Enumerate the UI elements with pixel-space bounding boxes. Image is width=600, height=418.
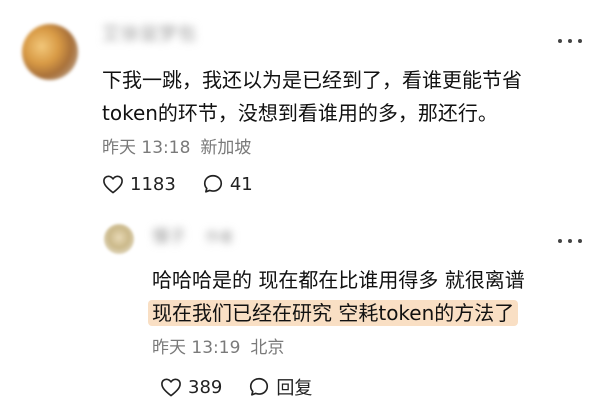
highlighted-text: 现在我们已经在研究 空耗token的方法了 bbox=[148, 300, 519, 326]
more-icon[interactable] bbox=[558, 38, 582, 44]
like-count: 1183 bbox=[130, 173, 176, 195]
reply-text-line: 哈哈哈是的 现在都在比谁用得多 就很离谱 bbox=[152, 268, 525, 292]
reply-button[interactable]: 回复 bbox=[248, 374, 312, 400]
timestamp: 昨天 13:18 bbox=[102, 138, 191, 158]
reply-actions: 389 回复 bbox=[160, 374, 312, 400]
comment-meta: 昨天 13:18 新加坡 bbox=[102, 136, 251, 160]
comment-button[interactable]: 41 bbox=[202, 173, 253, 195]
comment-icon bbox=[248, 376, 270, 398]
comment-text-line: 下我一跳，我还以为是已经到了，看谁更能节省 bbox=[102, 68, 522, 92]
reply-avatar[interactable] bbox=[104, 224, 134, 254]
like-button[interactable]: 389 bbox=[160, 377, 222, 398]
more-icon[interactable] bbox=[558, 238, 582, 244]
comment-actions: 1183 41 bbox=[102, 173, 253, 195]
comment-text: 下我一跳，我还以为是已经到了，看谁更能节省 token的环节，没想到看谁用的多，… bbox=[102, 64, 582, 130]
location: 新加坡 bbox=[200, 138, 252, 158]
comment-count: 41 bbox=[229, 173, 253, 195]
location: 北京 bbox=[250, 338, 285, 358]
avatar[interactable] bbox=[22, 24, 78, 80]
like-button[interactable]: 1183 bbox=[102, 174, 176, 195]
comment-icon bbox=[202, 173, 224, 195]
heart-icon bbox=[160, 377, 182, 397]
reply-text: 哈哈哈是的 现在都在比谁用得多 就很离谱 现在我们已经在研究 空耗token的方… bbox=[148, 264, 582, 330]
heart-icon bbox=[102, 174, 124, 194]
reply-label: 回复 bbox=[276, 378, 313, 399]
comment-text-line: token的环节，没想到看谁用的多，那还行。 bbox=[102, 101, 498, 125]
reply-username[interactable]: 慢子 作者 bbox=[152, 226, 233, 249]
username[interactable]: 艾徐鼠梦包 bbox=[102, 24, 197, 46]
author-tag: 作者 bbox=[205, 230, 234, 246]
timestamp: 昨天 13:19 bbox=[152, 338, 241, 358]
like-count: 389 bbox=[188, 376, 223, 398]
reply-username-text: 慢子 bbox=[152, 227, 186, 247]
reply-meta: 昨天 13:19 北京 bbox=[152, 336, 284, 360]
